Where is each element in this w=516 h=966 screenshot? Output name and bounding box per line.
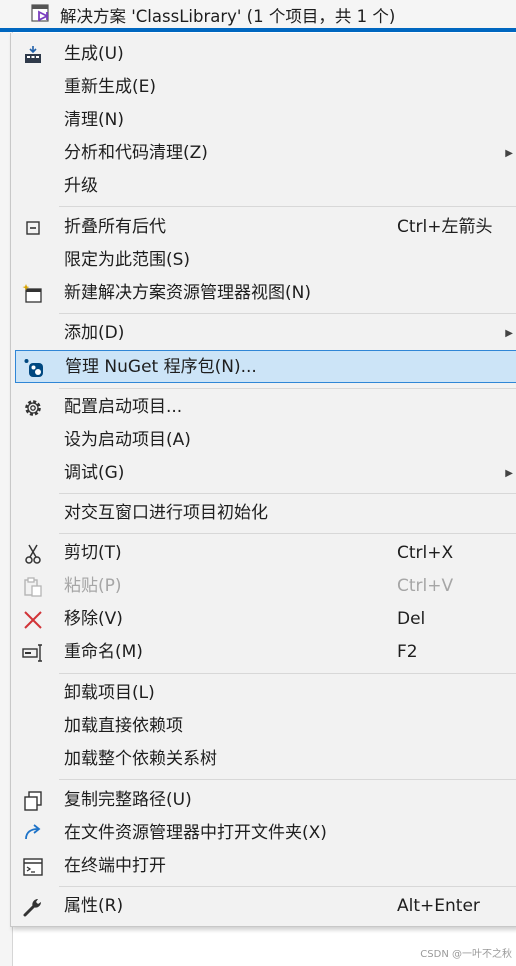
collapse-icon: [21, 216, 45, 240]
menu-separator: [59, 313, 516, 314]
menu-separator: [59, 673, 516, 674]
menu-item-properties[interactable]: 属性(R) Alt+Enter: [11, 890, 516, 923]
terminal-icon: [21, 855, 45, 879]
menu-item-analyze[interactable]: 分析和代码清理(Z) ▶: [11, 137, 516, 170]
menu-item-set-startup[interactable]: 设为启动项目(A): [11, 424, 516, 457]
menu-item-open-in-explorer[interactable]: 在文件资源管理器中打开文件夹(X): [11, 817, 516, 850]
menu-item-clean[interactable]: 清理(N): [11, 104, 516, 137]
new-view-icon: [21, 282, 45, 306]
menu-item-rebuild[interactable]: 重新生成(E): [11, 71, 516, 104]
scissors-icon: [21, 542, 45, 566]
submenu-arrow-icon: ▶: [505, 148, 513, 159]
solution-explorer-header: 解决方案 'ClassLibrary' (1 个项目，共 1 个): [0, 0, 516, 30]
menu-item-interactive-init[interactable]: 对交互窗口进行项目初始化: [11, 497, 516, 530]
build-icon: [21, 43, 45, 67]
menu-item-configure-startup[interactable]: 配置启动项目...: [11, 391, 516, 424]
watermark: CSDN @一叶不之秋: [420, 949, 512, 960]
menu-item-cut[interactable]: 剪切(T) Ctrl+X: [11, 537, 516, 570]
menu-item-copy-full-path[interactable]: 复制完整路径(U): [11, 784, 516, 817]
open-folder-arrow-icon: [21, 822, 45, 846]
selection-indicator: [0, 28, 516, 32]
menu-separator: [59, 388, 516, 389]
menu-separator: [59, 533, 516, 534]
gear-icon: [21, 396, 45, 420]
menu-item-paste[interactable]: 粘贴(P) Ctrl+V: [11, 570, 516, 603]
visual-studio-solution-icon: [30, 3, 52, 29]
remove-icon: [21, 608, 45, 632]
wrench-icon: [21, 895, 45, 919]
menu-separator: [59, 206, 516, 207]
menu-item-collapse-all[interactable]: 折叠所有后代 Ctrl+左箭头: [11, 211, 516, 244]
menu-item-rename[interactable]: 重命名(M) F2: [11, 636, 516, 669]
menu-item-load-direct-deps[interactable]: 加载直接依赖项: [11, 710, 516, 743]
context-menu: 生成(U) 重新生成(E) 清理(N) 分析和代码清理(Z) ▶ 升级 折叠所有…: [10, 33, 516, 927]
menu-item-debug[interactable]: 调试(G) ▶: [11, 457, 516, 490]
submenu-arrow-icon: ▶: [505, 468, 513, 479]
menu-item-scope-to-this[interactable]: 限定为此范围(S): [11, 244, 516, 277]
paste-icon: [21, 575, 45, 599]
menu-item-open-in-terminal[interactable]: 在终端中打开: [11, 850, 516, 883]
menu-item-upgrade[interactable]: 升级: [11, 170, 516, 203]
menu-item-build[interactable]: 生成(U): [11, 38, 516, 71]
submenu-arrow-icon: ▶: [505, 328, 513, 339]
copy-icon: [21, 789, 45, 813]
menu-separator: [59, 493, 516, 494]
menu-item-remove[interactable]: 移除(V) Del: [11, 603, 516, 636]
menu-separator: [59, 886, 516, 887]
nuget-icon: [22, 356, 46, 380]
menu-item-new-view[interactable]: 新建解决方案资源管理器视图(N): [11, 277, 516, 310]
solution-node-title[interactable]: 解决方案 'ClassLibrary' (1 个项目，共 1 个): [60, 3, 395, 27]
menu-item-load-dep-tree[interactable]: 加载整个依赖关系树: [11, 743, 516, 776]
rename-icon: [21, 641, 45, 665]
menu-item-add[interactable]: 添加(D) ▶: [11, 317, 516, 350]
menu-separator: [59, 779, 516, 780]
menu-item-unload-project[interactable]: 卸载项目(L): [11, 677, 516, 710]
menu-item-manage-nuget[interactable]: 管理 NuGet 程序包(N)...: [15, 350, 516, 383]
